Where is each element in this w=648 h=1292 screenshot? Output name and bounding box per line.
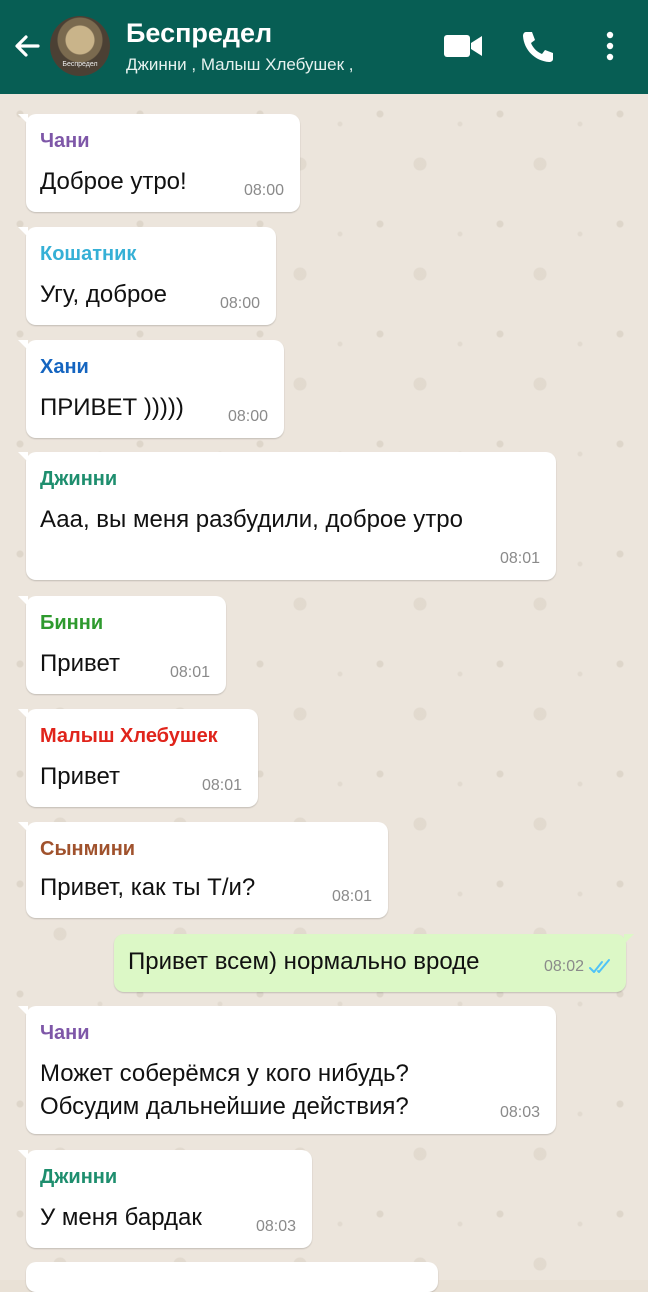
- message-sender[interactable]: Чани: [40, 1022, 90, 1045]
- message-time: 08:03: [255, 1218, 296, 1235]
- message-text: Привет: [40, 763, 121, 790]
- chat-participants[interactable]: Джинни , Малыш Хлебушек ,: [126, 55, 426, 75]
- back-button[interactable]: [8, 24, 48, 68]
- message-sender[interactable]: Джинни: [40, 468, 117, 491]
- message-sender[interactable]: Хани: [40, 356, 89, 379]
- message-bubble[interactable]: Чани Доброе утро! 08:00: [18, 114, 300, 212]
- voice-call-button[interactable]: [516, 26, 560, 66]
- message-time: 08:01: [201, 777, 242, 794]
- message-text: Доброе утро!: [40, 168, 187, 195]
- message-text-line: Обсудим дальнейшие действия?: [40, 1093, 409, 1120]
- message-sender[interactable]: Кошатник: [40, 243, 136, 266]
- phone-icon: [523, 32, 553, 62]
- menu-button[interactable]: [590, 26, 630, 66]
- message-bubble[interactable]: Бинни Привет 08:01: [18, 596, 226, 694]
- message-text: Привет всем) нормально вроде: [128, 948, 480, 975]
- message-time: 08:01: [331, 888, 372, 905]
- message-sender[interactable]: Бинни: [40, 612, 103, 635]
- videocam-icon: [444, 35, 482, 57]
- message-time: 08:01: [499, 550, 540, 567]
- message-time: 08:01: [169, 664, 210, 681]
- more-vert-icon: [606, 31, 614, 61]
- message-text: ПРИВЕТ ))))): [40, 394, 184, 421]
- message-bubble-partial[interactable]: [26, 1262, 438, 1292]
- group-avatar[interactable]: Беспредел: [50, 16, 110, 76]
- message-text: Привет: [40, 650, 121, 677]
- message-bubble[interactable]: Кошатник Угу, доброе 08:00: [18, 227, 276, 325]
- arrow-left-icon: [15, 35, 40, 57]
- message-text: У меня бардак: [40, 1204, 202, 1231]
- video-call-button[interactable]: [441, 26, 485, 66]
- message-text-line: Может соберёмся у кого нибудь?: [40, 1060, 409, 1087]
- outgoing-message-bubble[interactable]: Привет всем) нормально вроде 08:02: [114, 934, 634, 992]
- message-bubble[interactable]: Малыш Хлебушек Привет 08:01: [18, 709, 258, 807]
- message-bubble[interactable]: Джинни Ааа, вы меня разбудили, доброе ут…: [18, 452, 556, 580]
- chat-header: Беспредел Беспредел Джинни , Малыш Хлебу…: [0, 0, 648, 94]
- double-check-icon: [589, 959, 610, 973]
- message-time: 08:03: [499, 1104, 540, 1121]
- avatar-caption: Беспредел: [62, 61, 98, 68]
- message-text: Ааа, вы меня разбудили, доброе утро: [40, 506, 463, 533]
- message-sender[interactable]: Чани: [40, 130, 90, 153]
- message-text: Угу, доброе: [40, 281, 167, 308]
- message-sender[interactable]: Сынмини: [40, 838, 135, 861]
- chat-title[interactable]: Беспредел: [126, 18, 272, 49]
- message-bubble[interactable]: Хани ПРИВЕТ ))))) 08:00: [18, 340, 284, 438]
- message-sender[interactable]: Малыш Хлебушек: [40, 725, 218, 748]
- message-time: 08:00: [219, 295, 260, 312]
- message-time: 08:00: [243, 182, 284, 199]
- message-time: 08:02: [543, 958, 584, 975]
- message-sender[interactable]: Джинни: [40, 1166, 117, 1189]
- message-bubble[interactable]: Джинни У меня бардак 08:03: [18, 1150, 312, 1248]
- message-text: Привет, как ты Т/и?: [40, 874, 256, 901]
- message-bubble[interactable]: Сынмини Привет, как ты Т/и? 08:01: [18, 822, 388, 918]
- message-time: 08:00: [227, 408, 268, 425]
- message-bubble[interactable]: Чани Может соберёмся у кого нибудь? Обсу…: [18, 1006, 556, 1134]
